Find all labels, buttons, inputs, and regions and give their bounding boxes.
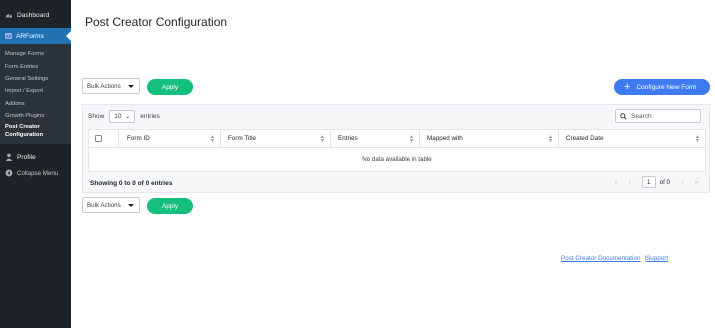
main-content: Post Creator Configuration Bulk Actions … [71, 0, 715, 328]
configure-new-form-button[interactable]: + Configure New Form [614, 79, 710, 95]
sort-icon: ▲ ▼ [695, 134, 700, 144]
column-header-mapped-with[interactable]: Mapped with ▲ ▼ [420, 130, 559, 147]
column-label: Created Date [566, 135, 604, 142]
sidebar-item-label: Profile [17, 153, 36, 161]
sort-icon: ▲ ▼ [210, 134, 215, 144]
sidebar-item-dashboard[interactable]: Dashboard [0, 7, 71, 23]
sidebar-item-addons[interactable]: Addons [0, 98, 71, 110]
footer-links: Post Creator Documentation | Support [561, 255, 668, 262]
select-all-column [89, 130, 119, 147]
sidebar-item-label: Collapse Menu [17, 169, 59, 177]
sidebar-item-label: Dashboard [17, 11, 50, 19]
column-label: Form Title [228, 135, 256, 142]
sidebar-submenu: Manage Forms Form Entries General Settin… [0, 44, 71, 145]
user-icon [5, 153, 13, 162]
column-label: Mapped with [427, 135, 463, 142]
support-link[interactable]: Support [646, 255, 668, 262]
plus-icon: + [624, 80, 631, 93]
collapse-menu-button[interactable]: Collapse Menu [0, 166, 71, 180]
bulk-actions-label: Bulk Actions [87, 82, 121, 90]
apply-button-top[interactable]: Apply [147, 79, 193, 95]
column-header-form-title[interactable]: Form Title ▲ ▼ [221, 130, 331, 147]
sort-icon: ▲ ▼ [548, 134, 553, 144]
show-label: Show [88, 113, 105, 120]
page-title: Post Creator Configuration [85, 15, 228, 29]
column-header-form-id[interactable]: Form ID ▲ ▼ [119, 130, 221, 147]
page-size-value: 10 [114, 113, 122, 120]
arforms-logo-icon: AF [5, 33, 12, 39]
sidebar-item-arforms[interactable]: AF ARForms [0, 28, 71, 44]
last-page-icon[interactable]: » [691, 177, 702, 188]
table-info: Showing 0 to 0 of 0 entries [90, 180, 173, 187]
column-header-created-date[interactable]: Created Date ▲ ▼ [559, 130, 705, 147]
apply-button-bottom[interactable]: Apply [147, 198, 193, 214]
sidebar-item-profile[interactable]: Profile [0, 150, 71, 164]
column-label: Entries [338, 135, 358, 142]
admin-sidebar: Dashboard AF ARForms Manage Forms Form E… [0, 0, 71, 328]
sidebar-item-import-export[interactable]: Import / Export [0, 85, 71, 97]
page-size-control: Show 10 ⌄ entries [88, 110, 160, 123]
collapse-icon [5, 169, 13, 177]
current-page-input[interactable]: 1 [641, 176, 656, 188]
previous-page-icon[interactable]: ‹ [625, 177, 636, 188]
sidebar-item-growth-plugins[interactable]: Growth Plugins [0, 110, 71, 122]
table-header: Form ID ▲ ▼ Form Title ▲ ▼ Entries ▲ ▼ Mapp… [88, 129, 706, 148]
sidebar-item-general-settings[interactable]: General Settings [0, 73, 71, 85]
caret-down-icon [128, 204, 134, 207]
page-count: of 0 [659, 178, 670, 186]
bulk-actions-select-bottom[interactable]: Bulk Actions [82, 197, 140, 213]
pagination: « ‹ 1 of 0 › » [608, 176, 702, 188]
first-page-icon[interactable]: « [611, 177, 622, 188]
sidebar-item-manage-forms[interactable]: Manage Forms [0, 48, 71, 60]
sidebar-item-form-entries[interactable]: Form Entries [0, 60, 71, 72]
forms-table-container: Show 10 ⌄ entries Search Form ID ▲ ▼ Form… [82, 104, 710, 193]
search-icon [620, 112, 627, 120]
documentation-link[interactable]: Post Creator Documentation [561, 255, 640, 262]
search-input[interactable]: Search [615, 109, 701, 123]
next-page-icon[interactable]: › [677, 177, 688, 188]
configure-new-form-label: Configure New Form [636, 83, 697, 91]
bulk-actions-label: Bulk Actions [87, 201, 121, 209]
bulk-actions-select-top[interactable]: Bulk Actions [82, 78, 140, 94]
caret-down-icon [128, 85, 134, 88]
sort-icon: ▲ ▼ [320, 134, 325, 144]
search-placeholder: Search [631, 112, 652, 120]
sidebar-item-post-creator-configuration[interactable]: Post Creator Configuration [0, 122, 60, 140]
chevron-down-icon: ⌄ [125, 114, 131, 120]
select-all-checkbox[interactable] [95, 135, 102, 142]
sidebar-item-label: ARForms [16, 32, 44, 40]
sort-icon: ▲ ▼ [409, 134, 414, 144]
page-size-select[interactable]: 10 ⌄ [109, 110, 136, 123]
column-header-entries[interactable]: Entries ▲ ▼ [331, 130, 420, 147]
table-empty-row: No data available in table [88, 148, 706, 172]
column-label: Form ID [127, 135, 150, 142]
entries-label: entries [140, 113, 160, 120]
dashboard-icon [5, 11, 13, 19]
